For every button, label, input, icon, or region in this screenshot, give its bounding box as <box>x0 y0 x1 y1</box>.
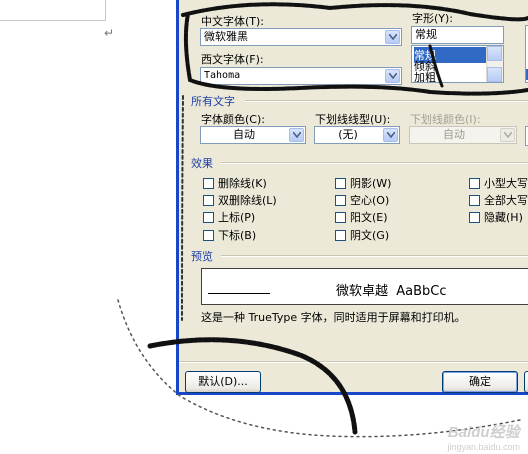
font-dialog: 中文字体(T): 微软雅黑 西文字体(F): Tahoma 字形(Y): 常规 … <box>176 0 528 395</box>
double-strikethrough-checkbox[interactable] <box>203 195 214 206</box>
watermark: Baidu经验 jingyan.baidu.com <box>447 421 520 452</box>
superscript-checkbox[interactable] <box>203 212 214 223</box>
strikethrough-label: 删除线(K) <box>218 177 267 190</box>
divider <box>221 162 528 164</box>
watermark-logo: Baidu经验 <box>447 424 520 441</box>
underline-type-value: (无) <box>338 128 358 141</box>
chevron-down-icon[interactable] <box>385 69 400 83</box>
all-caps-label: 全部大写 <box>484 194 528 207</box>
outline-checkbox[interactable] <box>335 195 346 206</box>
underline-color-combo[interactable]: 自动 <box>409 126 517 144</box>
preview-description: 这是一种 TrueType 字体，同时适用于屏幕和打印机。 <box>201 311 466 324</box>
chinese-font-value: 微软雅黑 <box>204 30 248 43</box>
outline-label: 空心(O) <box>350 194 390 207</box>
style-value: 常规 <box>415 28 437 41</box>
preview-box: 微软卓越 AaBbCc <box>201 268 528 305</box>
engrave-checkbox[interactable] <box>335 230 346 241</box>
underline-type-label: 下划线线型(U): <box>315 113 391 126</box>
emboss-label: 阳文(E) <box>350 211 388 224</box>
underline-type-combo[interactable]: (无) <box>314 126 400 144</box>
western-font-combo[interactable]: Tahoma <box>200 67 402 85</box>
divider <box>179 361 528 363</box>
superscript-label: 上标(P) <box>218 211 256 224</box>
font-color-label: 字体颜色(C): <box>201 113 265 126</box>
watermark-url: jingyan.baidu.com <box>447 442 520 452</box>
chinese-font-combo[interactable]: 微软雅黑 <box>200 28 402 46</box>
document-page <box>0 0 106 21</box>
emboss-checkbox[interactable] <box>335 212 346 223</box>
cancel-button-edge[interactable] <box>524 371 528 393</box>
style-input[interactable]: 常规 <box>411 26 504 44</box>
divider <box>221 255 528 257</box>
preview-section-title: 预览 <box>191 250 213 263</box>
double-strikethrough-label: 双删除线(L) <box>218 194 277 207</box>
underline-color-value: 自动 <box>443 128 465 141</box>
scroll-up-icon[interactable] <box>487 46 502 61</box>
list-item[interactable]: 加粗 <box>414 69 436 85</box>
chevron-down-icon[interactable] <box>289 128 304 142</box>
effects-section-title: 效果 <box>191 157 213 170</box>
paragraph-mark-icon: ↵ <box>104 26 115 40</box>
western-font-label: 西文字体(F): <box>201 53 264 66</box>
all-caps-checkbox[interactable] <box>469 195 480 206</box>
hidden-checkbox[interactable] <box>469 212 480 223</box>
underline-color-label: 下划线颜色(I): <box>410 113 481 126</box>
default-button[interactable]: 默认(D)... <box>185 371 261 393</box>
subscript-label: 下标(B) <box>218 229 257 242</box>
style-label: 字形(Y): <box>412 12 454 25</box>
chinese-font-label: 中文字体(T): <box>201 15 265 28</box>
small-caps-checkbox[interactable] <box>469 178 480 189</box>
preview-sample-text: 微软卓越 AaBbCc <box>336 284 447 299</box>
scroll-down-icon[interactable] <box>487 67 502 82</box>
style-listbox[interactable]: 常规 倾斜 加粗 <box>411 45 504 85</box>
shadow-checkbox[interactable] <box>335 178 346 189</box>
chevron-down-icon[interactable] <box>383 128 398 142</box>
small-caps-label: 小型大写 <box>484 177 528 190</box>
chevron-down-icon[interactable] <box>385 30 400 44</box>
subscript-checkbox[interactable] <box>203 230 214 241</box>
preview-baseline-left <box>208 293 270 294</box>
hidden-label: 隐藏(H) <box>484 211 523 224</box>
ok-button[interactable]: 确定 <box>442 371 518 393</box>
all-text-section-title: 所有文字 <box>191 95 235 108</box>
style-scrollbar[interactable] <box>486 46 503 82</box>
divider <box>245 100 528 102</box>
shadow-label: 阴影(W) <box>350 177 392 190</box>
strikethrough-checkbox[interactable] <box>203 178 214 189</box>
engrave-label: 阴文(G) <box>350 229 390 242</box>
font-color-value: 自动 <box>233 128 255 141</box>
chevron-down-icon[interactable] <box>500 128 515 142</box>
western-font-value: Tahoma <box>204 70 241 81</box>
font-color-combo[interactable]: 自动 <box>200 126 306 144</box>
